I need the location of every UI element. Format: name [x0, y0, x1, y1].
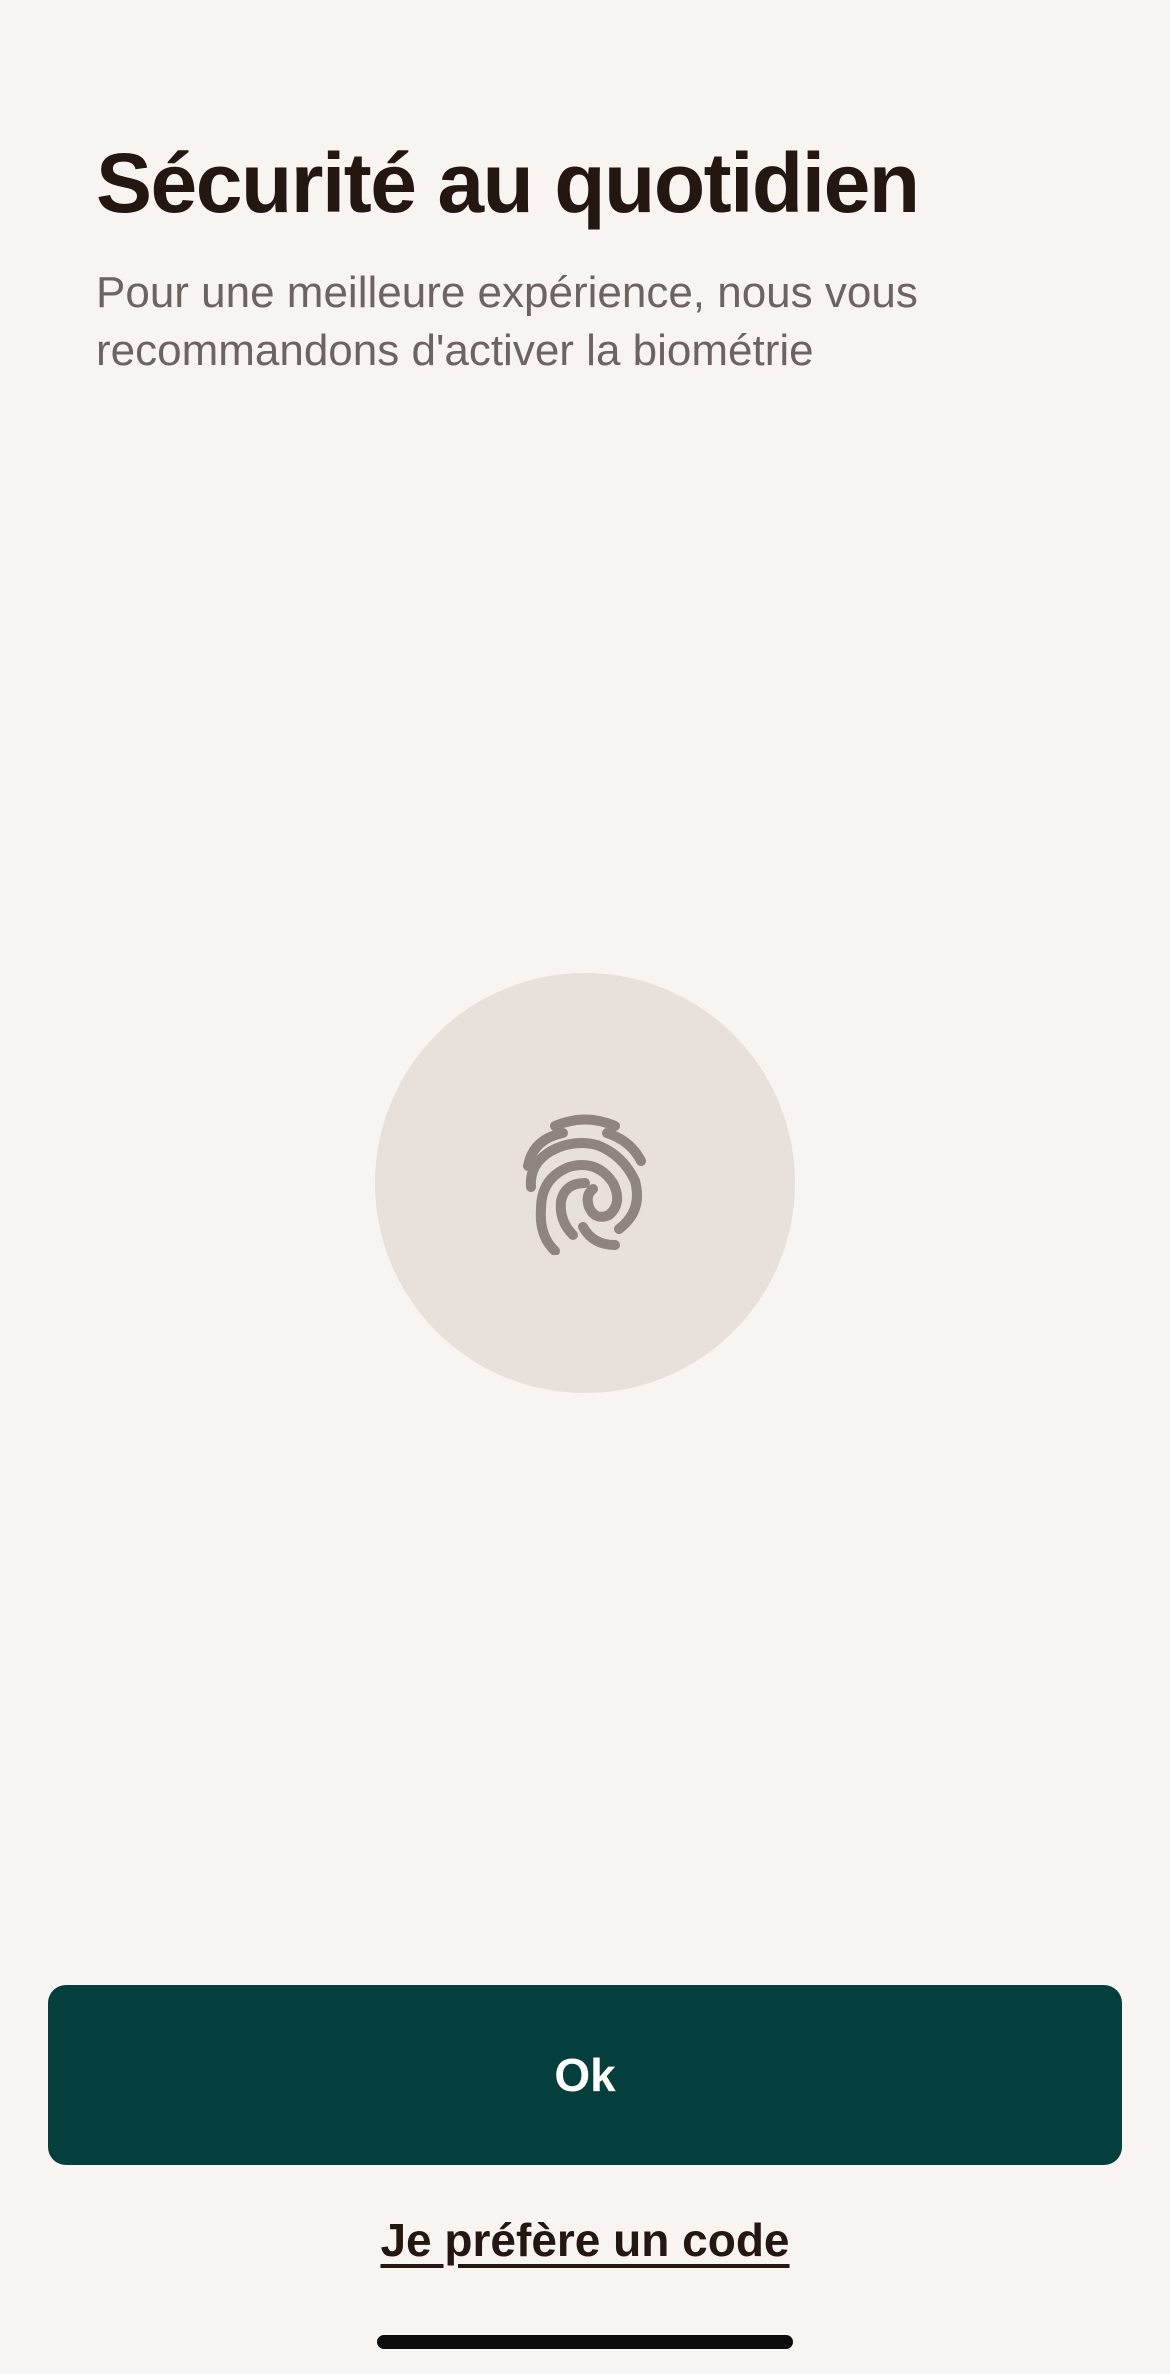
- ok-button[interactable]: Ok: [48, 1985, 1122, 2165]
- home-indicator: [377, 2335, 793, 2349]
- prefer-code-link[interactable]: Je préfère un code: [0, 2210, 1170, 2270]
- page-title: Sécurité au quotidien: [96, 136, 920, 230]
- page-subtitle: Pour une meilleure expérience, nous vous…: [96, 268, 918, 375]
- fingerprint-icon: [523, 1111, 647, 1255]
- biometric-illustration: [375, 973, 795, 1393]
